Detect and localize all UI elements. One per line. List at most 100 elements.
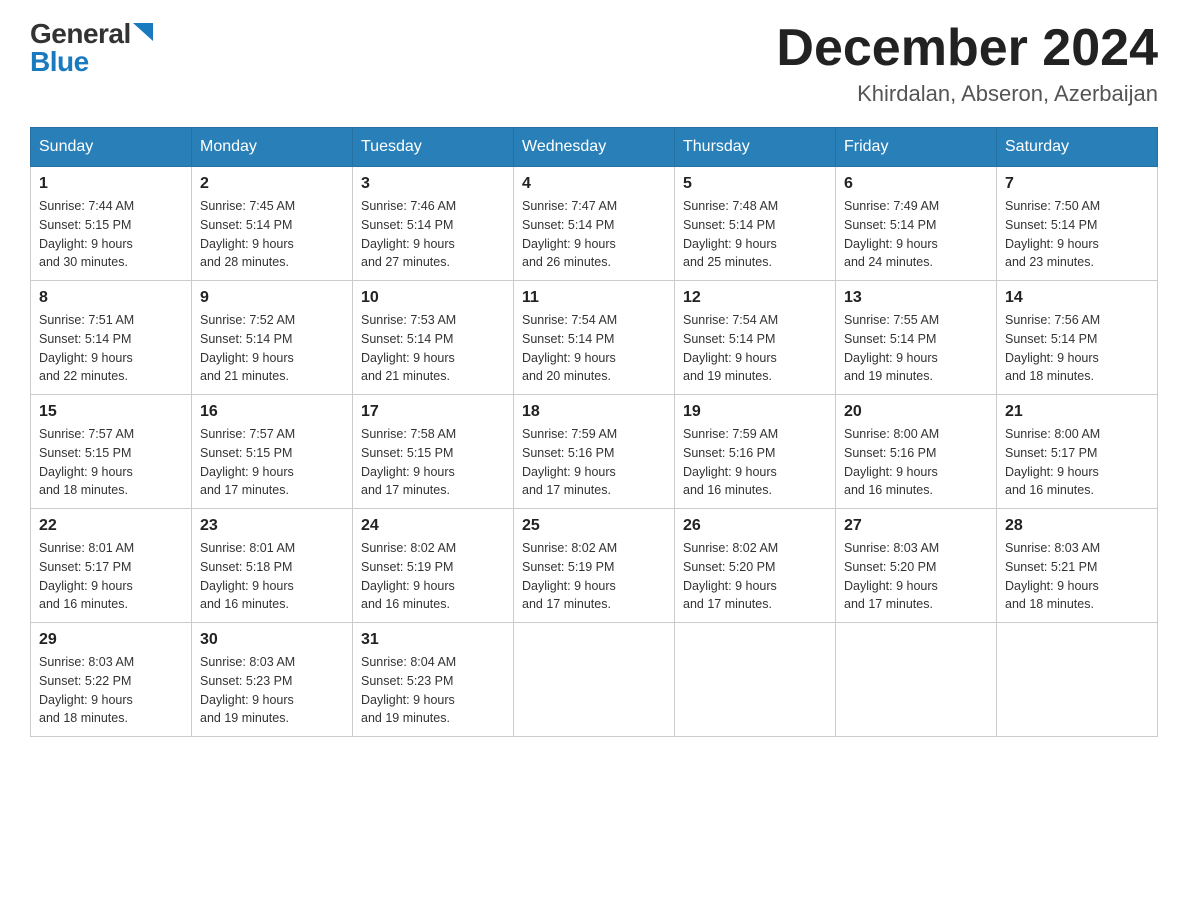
day-number: 29	[39, 631, 183, 649]
header-sunday: Sunday	[31, 128, 192, 167]
day-info: Sunrise: 7:51 AM Sunset: 5:14 PM Dayligh…	[39, 311, 183, 386]
day-cell: 12 Sunrise: 7:54 AM Sunset: 5:14 PM Dayl…	[675, 281, 836, 395]
day-info: Sunrise: 7:56 AM Sunset: 5:14 PM Dayligh…	[1005, 311, 1149, 386]
day-info: Sunrise: 7:57 AM Sunset: 5:15 PM Dayligh…	[39, 425, 183, 500]
day-info: Sunrise: 7:45 AM Sunset: 5:14 PM Dayligh…	[200, 197, 344, 272]
day-number: 20	[844, 403, 988, 421]
day-cell: 4 Sunrise: 7:47 AM Sunset: 5:14 PM Dayli…	[514, 167, 675, 281]
day-cell: 11 Sunrise: 7:54 AM Sunset: 5:14 PM Dayl…	[514, 281, 675, 395]
day-number: 21	[1005, 403, 1149, 421]
day-number: 25	[522, 517, 666, 535]
logo-blue-text: Blue	[30, 46, 89, 77]
day-number: 2	[200, 175, 344, 193]
day-info: Sunrise: 7:59 AM Sunset: 5:16 PM Dayligh…	[683, 425, 827, 500]
day-cell: 27 Sunrise: 8:03 AM Sunset: 5:20 PM Dayl…	[836, 509, 997, 623]
day-info: Sunrise: 8:01 AM Sunset: 5:18 PM Dayligh…	[200, 539, 344, 614]
day-number: 27	[844, 517, 988, 535]
header-wednesday: Wednesday	[514, 128, 675, 167]
day-info: Sunrise: 8:00 AM Sunset: 5:17 PM Dayligh…	[1005, 425, 1149, 500]
week-row-5: 29 Sunrise: 8:03 AM Sunset: 5:22 PM Dayl…	[31, 623, 1158, 737]
day-number: 24	[361, 517, 505, 535]
day-cell: 13 Sunrise: 7:55 AM Sunset: 5:14 PM Dayl…	[836, 281, 997, 395]
day-info: Sunrise: 7:44 AM Sunset: 5:15 PM Dayligh…	[39, 197, 183, 272]
day-number: 11	[522, 289, 666, 307]
month-title: December 2024	[776, 20, 1158, 77]
page-header: General Blue December 2024 Khirdalan, Ab…	[30, 20, 1158, 107]
day-number: 7	[1005, 175, 1149, 193]
day-cell: 5 Sunrise: 7:48 AM Sunset: 5:14 PM Dayli…	[675, 167, 836, 281]
day-cell: 3 Sunrise: 7:46 AM Sunset: 5:14 PM Dayli…	[353, 167, 514, 281]
day-cell: 19 Sunrise: 7:59 AM Sunset: 5:16 PM Dayl…	[675, 395, 836, 509]
day-cell: 25 Sunrise: 8:02 AM Sunset: 5:19 PM Dayl…	[514, 509, 675, 623]
day-cell: 2 Sunrise: 7:45 AM Sunset: 5:14 PM Dayli…	[192, 167, 353, 281]
day-info: Sunrise: 7:52 AM Sunset: 5:14 PM Dayligh…	[200, 311, 344, 386]
day-number: 6	[844, 175, 988, 193]
day-number: 26	[683, 517, 827, 535]
day-info: Sunrise: 8:03 AM Sunset: 5:20 PM Dayligh…	[844, 539, 988, 614]
day-info: Sunrise: 7:54 AM Sunset: 5:14 PM Dayligh…	[522, 311, 666, 386]
day-number: 31	[361, 631, 505, 649]
weekday-header-row: Sunday Monday Tuesday Wednesday Thursday…	[31, 128, 1158, 167]
day-number: 22	[39, 517, 183, 535]
day-cell	[675, 623, 836, 737]
day-info: Sunrise: 8:02 AM Sunset: 5:20 PM Dayligh…	[683, 539, 827, 614]
day-info: Sunrise: 7:58 AM Sunset: 5:15 PM Dayligh…	[361, 425, 505, 500]
day-cell: 28 Sunrise: 8:03 AM Sunset: 5:21 PM Dayl…	[997, 509, 1158, 623]
day-info: Sunrise: 7:55 AM Sunset: 5:14 PM Dayligh…	[844, 311, 988, 386]
day-cell: 14 Sunrise: 7:56 AM Sunset: 5:14 PM Dayl…	[997, 281, 1158, 395]
location-title: Khirdalan, Abseron, Azerbaijan	[776, 81, 1158, 107]
day-info: Sunrise: 8:02 AM Sunset: 5:19 PM Dayligh…	[361, 539, 505, 614]
logo: General Blue	[30, 20, 153, 76]
header-monday: Monday	[192, 128, 353, 167]
day-info: Sunrise: 8:03 AM Sunset: 5:23 PM Dayligh…	[200, 653, 344, 728]
day-cell: 21 Sunrise: 8:00 AM Sunset: 5:17 PM Dayl…	[997, 395, 1158, 509]
day-cell: 10 Sunrise: 7:53 AM Sunset: 5:14 PM Dayl…	[353, 281, 514, 395]
day-info: Sunrise: 8:03 AM Sunset: 5:21 PM Dayligh…	[1005, 539, 1149, 614]
day-number: 12	[683, 289, 827, 307]
day-info: Sunrise: 8:04 AM Sunset: 5:23 PM Dayligh…	[361, 653, 505, 728]
header-saturday: Saturday	[997, 128, 1158, 167]
day-number: 30	[200, 631, 344, 649]
day-info: Sunrise: 7:50 AM Sunset: 5:14 PM Dayligh…	[1005, 197, 1149, 272]
day-info: Sunrise: 7:54 AM Sunset: 5:14 PM Dayligh…	[683, 311, 827, 386]
day-cell: 31 Sunrise: 8:04 AM Sunset: 5:23 PM Dayl…	[353, 623, 514, 737]
day-cell: 23 Sunrise: 8:01 AM Sunset: 5:18 PM Dayl…	[192, 509, 353, 623]
header-friday: Friday	[836, 128, 997, 167]
day-cell: 6 Sunrise: 7:49 AM Sunset: 5:14 PM Dayli…	[836, 167, 997, 281]
day-number: 14	[1005, 289, 1149, 307]
day-cell	[836, 623, 997, 737]
day-cell: 22 Sunrise: 8:01 AM Sunset: 5:17 PM Dayl…	[31, 509, 192, 623]
day-cell: 7 Sunrise: 7:50 AM Sunset: 5:14 PM Dayli…	[997, 167, 1158, 281]
day-info: Sunrise: 8:00 AM Sunset: 5:16 PM Dayligh…	[844, 425, 988, 500]
day-info: Sunrise: 7:59 AM Sunset: 5:16 PM Dayligh…	[522, 425, 666, 500]
week-row-3: 15 Sunrise: 7:57 AM Sunset: 5:15 PM Dayl…	[31, 395, 1158, 509]
day-cell: 18 Sunrise: 7:59 AM Sunset: 5:16 PM Dayl…	[514, 395, 675, 509]
day-cell: 20 Sunrise: 8:00 AM Sunset: 5:16 PM Dayl…	[836, 395, 997, 509]
day-info: Sunrise: 7:57 AM Sunset: 5:15 PM Dayligh…	[200, 425, 344, 500]
day-info: Sunrise: 7:53 AM Sunset: 5:14 PM Dayligh…	[361, 311, 505, 386]
header-thursday: Thursday	[675, 128, 836, 167]
day-number: 16	[200, 403, 344, 421]
day-number: 23	[200, 517, 344, 535]
day-cell: 8 Sunrise: 7:51 AM Sunset: 5:14 PM Dayli…	[31, 281, 192, 395]
day-cell: 26 Sunrise: 8:02 AM Sunset: 5:20 PM Dayl…	[675, 509, 836, 623]
day-number: 19	[683, 403, 827, 421]
day-number: 18	[522, 403, 666, 421]
logo-arrow-icon	[133, 23, 153, 41]
day-number: 4	[522, 175, 666, 193]
day-cell	[997, 623, 1158, 737]
day-cell	[514, 623, 675, 737]
day-cell: 9 Sunrise: 7:52 AM Sunset: 5:14 PM Dayli…	[192, 281, 353, 395]
day-cell: 17 Sunrise: 7:58 AM Sunset: 5:15 PM Dayl…	[353, 395, 514, 509]
day-number: 13	[844, 289, 988, 307]
day-cell: 30 Sunrise: 8:03 AM Sunset: 5:23 PM Dayl…	[192, 623, 353, 737]
day-cell: 24 Sunrise: 8:02 AM Sunset: 5:19 PM Dayl…	[353, 509, 514, 623]
day-info: Sunrise: 7:46 AM Sunset: 5:14 PM Dayligh…	[361, 197, 505, 272]
day-info: Sunrise: 7:47 AM Sunset: 5:14 PM Dayligh…	[522, 197, 666, 272]
day-cell: 16 Sunrise: 7:57 AM Sunset: 5:15 PM Dayl…	[192, 395, 353, 509]
week-row-4: 22 Sunrise: 8:01 AM Sunset: 5:17 PM Dayl…	[31, 509, 1158, 623]
day-number: 8	[39, 289, 183, 307]
day-number: 3	[361, 175, 505, 193]
day-number: 9	[200, 289, 344, 307]
day-info: Sunrise: 8:02 AM Sunset: 5:19 PM Dayligh…	[522, 539, 666, 614]
